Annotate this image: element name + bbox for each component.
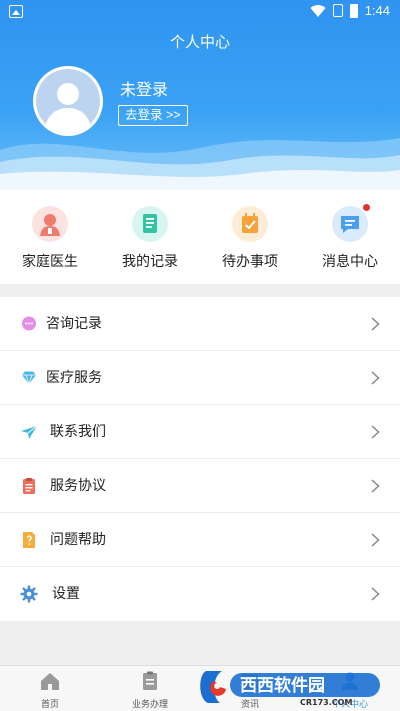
- unread-badge: [363, 204, 370, 211]
- menu-item-label: 设置: [52, 586, 80, 602]
- chevron-right-icon: [371, 425, 380, 439]
- menu-item-label: 服务协议: [50, 478, 106, 494]
- menu-item-help[interactable]: 问题帮助: [0, 513, 400, 567]
- menu-item-consultation-records[interactable]: 咨询记录: [0, 297, 400, 351]
- paper-plane-icon: [21, 425, 38, 439]
- quick-action-label: 我的记录: [122, 254, 178, 270]
- nav-home[interactable]: 首页: [0, 670, 100, 710]
- site-watermark-logo: 西西软件园 CR173.COM: [200, 671, 380, 707]
- watermark-url: CR173.COM: [300, 698, 352, 707]
- menu-item-label: 医疗服务: [46, 370, 102, 386]
- login-status-text: 未登录: [120, 80, 169, 99]
- profile-header: 1:44 个人中心 未登录 去登录 >>: [0, 0, 400, 190]
- quick-action-todo[interactable]: 待办事项: [205, 206, 295, 271]
- image-notification-icon: [9, 5, 23, 18]
- quick-action-family-doctor[interactable]: 家庭医生: [5, 206, 95, 271]
- chevron-right-icon: [371, 371, 380, 385]
- wifi-icon: [310, 4, 326, 17]
- quick-action-label: 待办事项: [222, 254, 278, 270]
- chat-bubble-icon: [22, 316, 36, 331]
- menu-item-settings[interactable]: 设置: [0, 567, 400, 621]
- chevron-right-icon: [371, 317, 380, 331]
- chevron-right-icon: [371, 479, 380, 493]
- menu-item-label: 咨询记录: [46, 316, 102, 332]
- diamond-icon: [22, 371, 36, 386]
- menu-item-medical-services[interactable]: 医疗服务: [0, 351, 400, 405]
- todo-icon: [232, 206, 268, 242]
- menu-item-label: 联系我们: [50, 424, 106, 440]
- sim-icon: [332, 4, 343, 17]
- status-bar: 1:44: [0, 0, 400, 24]
- default-avatar-icon: [36, 69, 100, 133]
- page-title: 个人中心: [169, 33, 230, 51]
- watermark-text: 西西软件园: [240, 675, 325, 696]
- login-button[interactable]: 去登录 >>: [118, 105, 188, 126]
- message-icon: [332, 204, 370, 242]
- quick-actions: 家庭医生 我的记录 待办事项 消息中心: [0, 190, 400, 284]
- home-icon: [41, 673, 59, 690]
- clock: 1:44: [364, 3, 390, 18]
- battery-icon: [349, 3, 358, 18]
- help-document-icon: [23, 532, 35, 548]
- avatar[interactable]: [33, 66, 103, 136]
- record-icon: [132, 206, 168, 242]
- nav-label: 首页: [40, 700, 59, 710]
- agreement-icon: [23, 478, 35, 494]
- gear-icon: [20, 585, 38, 603]
- quick-action-label: 消息中心: [322, 254, 378, 270]
- business-icon: [143, 671, 157, 690]
- quick-action-my-records[interactable]: 我的记录: [105, 206, 195, 271]
- chevron-right-icon: [371, 533, 380, 547]
- quick-action-label: 家庭医生: [22, 254, 78, 270]
- nav-label: 业务办理: [131, 700, 168, 710]
- menu-item-contact-us[interactable]: 联系我们: [0, 405, 400, 459]
- doctor-icon: [32, 206, 68, 242]
- nav-business[interactable]: 业务办理: [100, 670, 200, 710]
- settings-menu: 咨询记录 医疗服务 联系我们 服务协议 问题帮助 设置: [0, 297, 400, 621]
- menu-item-service-agreement[interactable]: 服务协议: [0, 459, 400, 513]
- menu-item-label: 问题帮助: [50, 532, 106, 548]
- chevron-right-icon: [371, 587, 380, 601]
- quick-action-messages[interactable]: 消息中心: [305, 204, 395, 271]
